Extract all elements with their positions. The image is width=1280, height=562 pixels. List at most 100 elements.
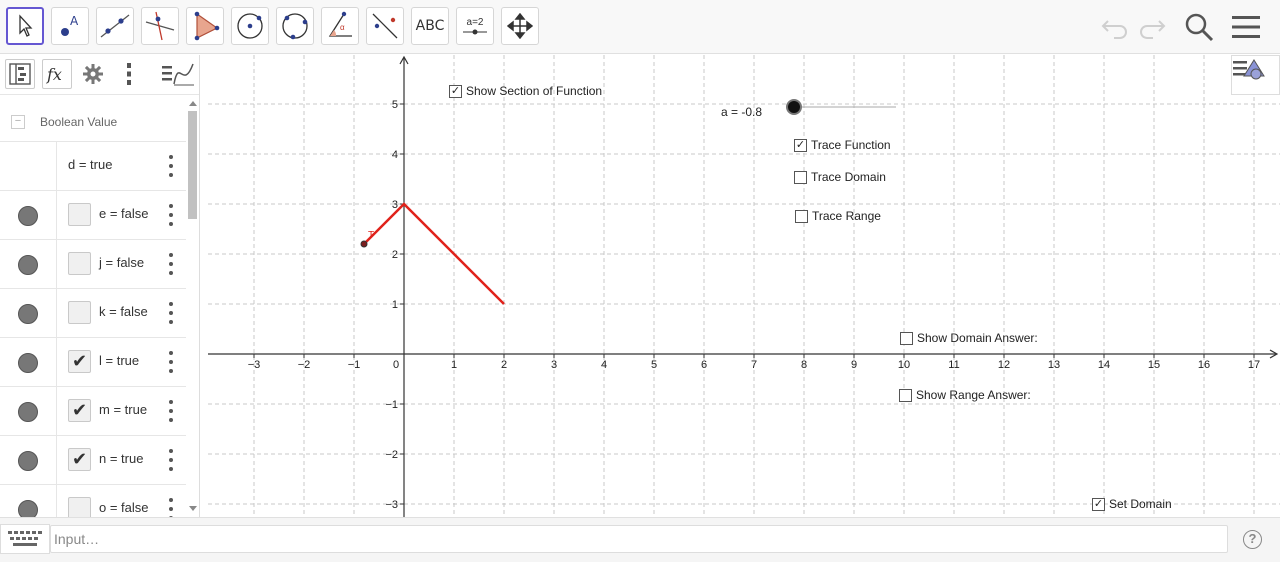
style-bar-toggle[interactable] (1231, 55, 1280, 95)
list-item[interactable]: j = false (0, 239, 186, 289)
boolean-checkbox[interactable] (68, 203, 91, 226)
visibility-toggle[interactable] (0, 387, 57, 436)
boolean-checkbox[interactable]: ✔ (68, 448, 91, 471)
show-range-answer-box[interactable] (899, 388, 912, 402)
graph-style-button[interactable] (160, 59, 196, 89)
line-tool-button[interactable] (96, 7, 134, 45)
visibility-dot-icon[interactable] (18, 401, 38, 422)
boolean-checkbox[interactable]: ✔ (68, 350, 91, 373)
trace-range-box[interactable] (795, 209, 808, 223)
trace-function-checkbox[interactable]: ✓ Trace Function (794, 138, 891, 152)
row-menu-button[interactable] (166, 351, 176, 373)
row-menu-button[interactable] (166, 253, 176, 275)
boolean-checkbox[interactable] (68, 252, 91, 275)
main-menu-button[interactable] (1228, 10, 1264, 44)
perpendicular-line-icon (145, 11, 175, 41)
circle-icon (237, 13, 263, 39)
move-tool-button[interactable] (6, 7, 44, 45)
input-fx-toggle[interactable]: fx (42, 59, 72, 89)
trace-range-checkbox[interactable]: Trace Range (795, 209, 881, 223)
more-options-button[interactable] (114, 59, 144, 89)
boolean-checkbox[interactable] (68, 301, 91, 324)
visibility-dot-icon[interactable] (18, 499, 38, 517)
text-tool-button[interactable]: ABC (411, 7, 449, 45)
visibility-dot-icon[interactable] (18, 450, 38, 471)
move-arrows-icon (507, 13, 533, 39)
coordinate-plane[interactable]: −3 −2 −1 0 1 2 3 4 5 6 7 8 9 10 11 12 13 14 15 16 1754321−1−… (208, 55, 1280, 517)
boolean-group-header[interactable]: − Boolean Value (0, 103, 186, 141)
show-section-checkbox[interactable]: ✓ Show Section of Function (449, 84, 602, 98)
search-button[interactable] (1181, 10, 1217, 44)
visibility-toggle[interactable] (0, 485, 57, 517)
show-domain-answer-checkbox[interactable]: Show Domain Answer: (900, 331, 1038, 345)
visibility-dot-icon[interactable] (18, 205, 38, 226)
show-domain-answer-box[interactable] (900, 331, 913, 345)
row-menu-button[interactable] (166, 400, 176, 422)
x-tick-label: 6 (701, 359, 707, 371)
virtual-keyboard-button[interactable] (0, 524, 50, 554)
list-item[interactable]: k = false (0, 288, 186, 338)
settings-button[interactable] (78, 59, 108, 89)
slider-handle[interactable] (786, 99, 802, 115)
vertical-dots-icon (127, 63, 131, 85)
row-menu-button[interactable] (166, 155, 176, 177)
row-menu-button[interactable] (166, 204, 176, 226)
x-tick-label: 14 (1098, 359, 1110, 371)
search-icon (1185, 13, 1214, 42)
undo-button[interactable] (1097, 10, 1133, 44)
reflect-tool-button[interactable] (366, 7, 404, 45)
boolean-checkbox[interactable] (68, 497, 91, 517)
polygon-icon (194, 11, 220, 41)
move-graphics-view-button[interactable] (501, 7, 539, 45)
graphics-view[interactable]: −3 −2 −1 0 1 2 3 4 5 6 7 8 9 10 11 12 13 14 15 16 17 5 4 3 2 1 −1−… (208, 55, 1280, 517)
visibility-dot-icon[interactable] (18, 352, 38, 373)
set-domain-box[interactable]: ✓ (1092, 497, 1105, 511)
trace-domain-box[interactable] (794, 170, 807, 184)
visibility-toggle[interactable] (0, 240, 57, 289)
angle-tool-button[interactable]: α (321, 7, 359, 45)
list-item[interactable]: o = false (0, 484, 186, 517)
trace-function-box[interactable]: ✓ (794, 138, 807, 152)
x-tick-label: 1 (451, 359, 457, 371)
visibility-toggle[interactable] (0, 436, 57, 485)
point-tool-button[interactable]: A (51, 7, 89, 45)
slider[interactable] (784, 97, 899, 117)
list-item[interactable]: e = false (0, 190, 186, 240)
list-item[interactable]: d = true (0, 141, 186, 191)
help-icon[interactable]: ? (1243, 530, 1262, 549)
visibility-dot-icon[interactable] (18, 254, 38, 275)
visibility-toggle[interactable] (0, 338, 57, 387)
angle-icon: α (328, 11, 352, 37)
row-menu-button[interactable] (166, 498, 176, 517)
algebra-scrollbar[interactable] (186, 95, 199, 517)
visibility-toggle[interactable] (0, 289, 57, 338)
algebra-view: fx − Boolean Value d = true e = false j =… (0, 55, 200, 517)
x-tick-label: 7 (751, 359, 757, 371)
set-domain-checkbox[interactable]: ✓ Set Domain (1092, 497, 1172, 511)
list-item[interactable]: ✔ l = true (0, 337, 186, 387)
visibility-dot-icon[interactable] (18, 303, 38, 324)
row-menu-button[interactable] (166, 449, 176, 471)
list-item[interactable]: ✔ m = true (0, 386, 186, 436)
trace-domain-checkbox[interactable]: Trace Domain (794, 170, 886, 184)
circle-center-point-tool-button[interactable] (231, 7, 269, 45)
collapse-group-icon[interactable]: − (11, 115, 25, 129)
slider-tool-button[interactable]: a=2 (456, 7, 494, 45)
show-section-box[interactable]: ✓ (449, 84, 462, 98)
redo-button[interactable] (1134, 10, 1170, 44)
list-item[interactable]: ✔ n = true (0, 435, 186, 485)
visibility-toggle[interactable] (0, 191, 57, 240)
perpendicular-line-tool-button[interactable] (141, 7, 179, 45)
show-range-answer-checkbox[interactable]: Show Range Answer: (899, 388, 1031, 402)
scroll-down-icon[interactable] (189, 506, 197, 511)
scroll-up-icon[interactable] (189, 101, 197, 106)
scroll-thumb[interactable] (188, 111, 197, 219)
row-menu-button[interactable] (166, 302, 176, 324)
boolean-checkbox[interactable]: ✔ (68, 399, 91, 422)
input-field[interactable]: Input… (50, 525, 1228, 553)
reflect-about-line-icon (372, 13, 398, 39)
circle-three-points-tool-button[interactable] (276, 7, 314, 45)
polygon-tool-button[interactable] (186, 7, 224, 45)
show-range-answer-label: Show Range Answer: (916, 388, 1031, 402)
algebra-view-toggle[interactable] (5, 59, 35, 89)
